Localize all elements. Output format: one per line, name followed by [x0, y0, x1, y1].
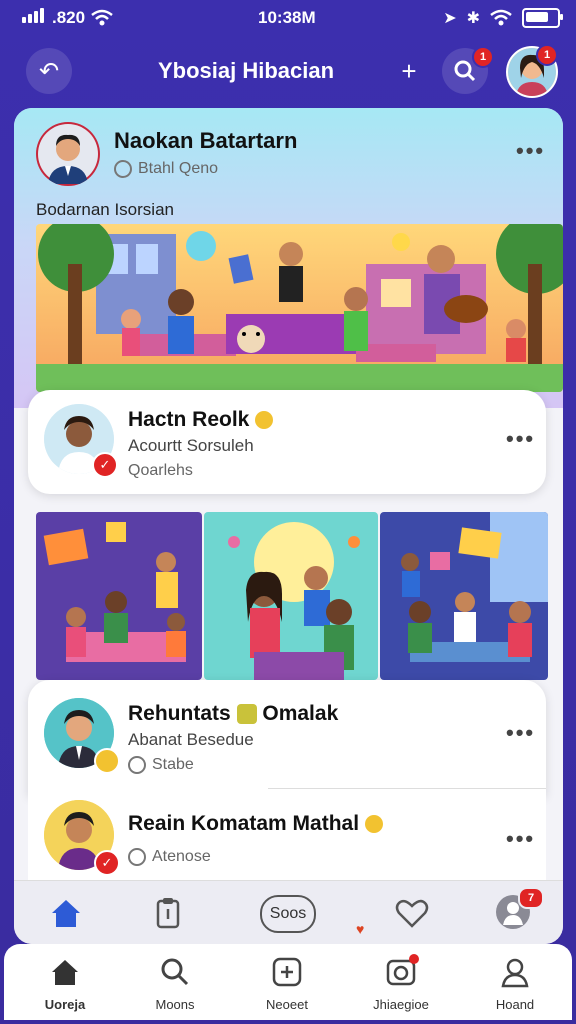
post-caption: Bodarnan Isorsian	[36, 200, 174, 219]
post-card[interactable]: Rehuntats Omalak Abanat Besedue Stabe ••…	[28, 680, 546, 796]
card-name[interactable]: Rehuntats Omalak	[128, 702, 338, 726]
featured-post: Naokan Batartarn Btahl Qeno ••• Bodarnan…	[14, 108, 563, 408]
card-meta-row: Stabe	[128, 756, 194, 774]
card-subtitle: Abanat Besedue	[128, 730, 254, 749]
nav-label-create: Neoeet	[266, 997, 308, 1012]
battery-icon	[522, 8, 563, 28]
home-icon-button[interactable]	[48, 895, 84, 936]
emoji-badge-icon	[94, 748, 120, 774]
signal-indicator: .820	[22, 8, 113, 28]
author-handle: Btahl Qeno	[138, 160, 219, 177]
more-options-icon[interactable]: •••	[516, 138, 545, 164]
gallery-image-1[interactable]	[36, 512, 202, 680]
signal-text: .820	[52, 8, 86, 27]
app-title: Ybosiaj Hibacian	[158, 58, 335, 83]
verified-icon: ✓	[94, 850, 120, 876]
author-avatar[interactable]	[36, 122, 100, 186]
clock-icon	[128, 756, 146, 774]
nav-label-media: Jhiaegioe	[373, 997, 429, 1012]
post-card[interactable]: ✓ Reain Komatam Mathal Atenose •••	[28, 790, 546, 882]
profile-badge: 1	[536, 44, 558, 66]
nav-label-profile: Hoand	[495, 997, 535, 1012]
nav-item-search[interactable]: Moons	[130, 954, 220, 1012]
post-card[interactable]: ✓ Hactn Reolk Acourtt Sorsuleh Qoarlehs …	[28, 390, 546, 494]
favorite-button[interactable]	[394, 895, 430, 936]
house-icon	[52, 960, 78, 985]
divider	[268, 788, 546, 789]
back-arrow-icon: ↶	[38, 57, 60, 85]
bottom-navigation: Uoreja Moons Neoeet Jhiaegioe Hoand	[4, 944, 572, 1020]
wifi-icon-right	[490, 9, 512, 26]
more-options-icon[interactable]: •••	[506, 720, 535, 746]
nav-label-search: Moons	[155, 997, 195, 1012]
gallery-image-3[interactable]	[380, 512, 548, 680]
pill-button[interactable]: Soos	[260, 895, 316, 933]
emoji-icon	[236, 704, 257, 725]
clock-icon	[114, 160, 132, 178]
clipboard-icon	[156, 898, 180, 929]
person-icon	[501, 958, 529, 988]
heart-outline-icon	[395, 899, 429, 928]
card-name[interactable]: Hactn Reolk	[128, 408, 274, 432]
profile-notification-badge: 7	[518, 887, 544, 909]
wifi-icon	[91, 9, 113, 26]
inner-toolbar: Soos ♥ 7	[14, 880, 563, 944]
back-button[interactable]: ↶	[26, 48, 72, 94]
post-illustration[interactable]	[36, 224, 563, 392]
verified-icon: ✓	[92, 452, 118, 478]
plus-icon: +	[401, 55, 417, 86]
more-options-icon[interactable]: •••	[506, 426, 535, 452]
author-handle-row: Btahl Qeno	[114, 160, 218, 178]
media-dot-badge	[409, 954, 419, 964]
clock: 10:38M	[258, 8, 316, 27]
author-name[interactable]: Naokan Batartarn	[114, 128, 297, 154]
clipboard-button[interactable]	[150, 895, 186, 936]
clock-icon	[128, 848, 146, 866]
nav-item-media[interactable]: Jhiaegioe	[356, 954, 446, 1012]
gallery-image-2[interactable]	[204, 512, 378, 680]
location-icon: ➤	[443, 10, 457, 27]
more-options-icon[interactable]: •••	[506, 826, 535, 852]
signal-icon	[22, 8, 46, 28]
heart-marker-icon: ♥	[356, 921, 365, 937]
feed-container: Naokan Batartarn Btahl Qeno ••• Bodarnan…	[14, 108, 563, 944]
emoji-icon	[364, 815, 383, 834]
search-badge: 1	[472, 46, 494, 68]
nav-label-home: Uoreja	[44, 997, 86, 1012]
card-subtitle: Acourtt Sorsuleh	[128, 436, 254, 455]
card-meta-row: Atenose	[128, 848, 211, 866]
nav-item-create[interactable]: Neoeet	[242, 954, 332, 1012]
status-bar: .820 10:38M ➤ ✱	[0, 0, 576, 36]
card-name[interactable]: Reain Komatam Mathal	[128, 812, 383, 836]
bluetooth-icon: ✱	[466, 10, 480, 27]
card-meta: Qoarlehs	[128, 462, 193, 479]
emoji-icon	[255, 411, 274, 430]
top-bar: ↶ Ybosiaj Hibacian + 1 1	[0, 44, 576, 100]
nav-item-profile[interactable]: Hoand	[470, 954, 560, 1012]
search-icon	[161, 958, 189, 986]
add-button[interactable]: +	[386, 48, 432, 94]
add-square-icon	[272, 957, 302, 987]
home-icon	[52, 900, 80, 927]
nav-item-home[interactable]: Uoreja	[20, 954, 110, 1012]
